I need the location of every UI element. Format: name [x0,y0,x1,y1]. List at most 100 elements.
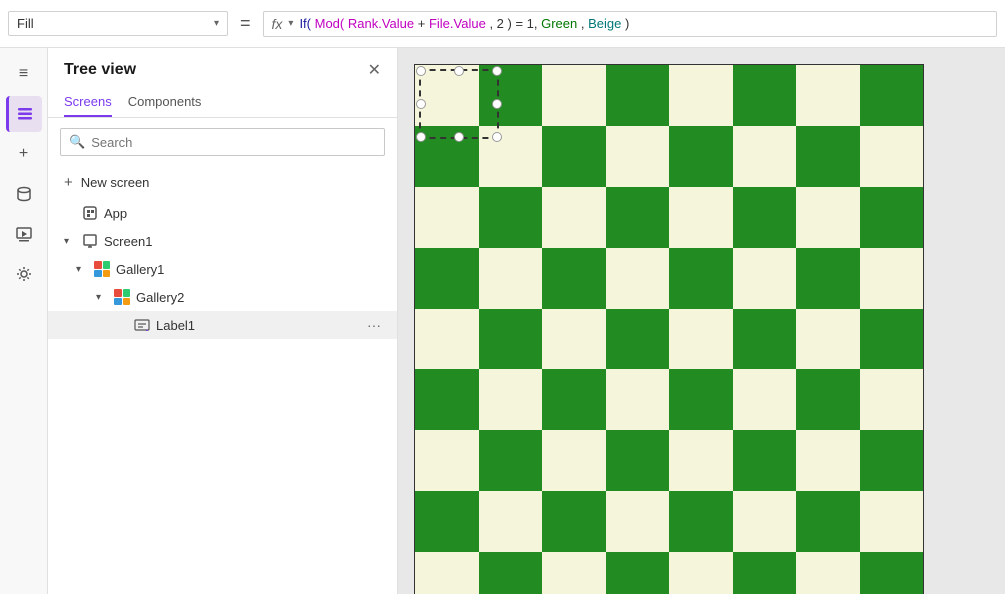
handle-tl[interactable] [416,66,426,76]
handle-tm[interactable] [454,66,464,76]
handle-bl[interactable] [416,132,426,142]
handle-tr[interactable] [492,66,502,76]
data-icon-btn[interactable] [6,176,42,212]
list-item-label1[interactable]: Label1 ··· [48,311,397,339]
handle-br[interactable] [492,132,502,142]
checker-cell [669,309,733,370]
list-item-gallery2[interactable]: ▾ Gallery2 [48,283,397,311]
checker-cell [733,126,797,187]
checker-cell [415,491,479,552]
checker-cell [479,248,543,309]
checker-cell [542,430,606,491]
main-area: ≡ + [0,48,1005,594]
list-item-gallery1[interactable]: ▾ Gallery1 [48,255,397,283]
checker-cell [860,248,924,309]
settings-icon [15,265,33,283]
fill-label: Fill [17,16,34,31]
app-icon [82,205,98,221]
gallery2-icon [114,289,130,305]
checker-cell [669,430,733,491]
canvas-area[interactable] [398,48,1005,594]
checker-cell [415,430,479,491]
checker-cell [542,187,606,248]
fill-chevron: ▾ [214,18,219,29]
layers-icon [16,105,34,123]
checker-cell [860,126,924,187]
label1-label: Label1 [156,318,361,333]
gallery2-label: Gallery2 [136,290,381,305]
settings-icon-btn[interactable] [6,256,42,292]
handle-ml[interactable] [416,99,426,109]
formula-bar[interactable]: fx ▾ If( Mod( Rank.Value + File.Value , … [263,11,997,37]
checker-cell [542,552,606,594]
checker-cell [796,309,860,370]
checker-cell [606,430,670,491]
tree-close-button[interactable]: ✕ [368,60,381,80]
tree-title: Tree view [64,61,136,79]
checker-cell [479,187,543,248]
checker-cell [796,126,860,187]
checker-cell [415,248,479,309]
checker-cell [796,491,860,552]
fx-label: fx [272,16,283,32]
checker-cell [415,552,479,594]
media-icon [15,225,33,243]
search-icon: 🔍 [69,134,85,150]
checker-cell [860,187,924,248]
formula-text: If( Mod( Rank.Value + File.Value , 2 ) =… [299,16,629,31]
list-item-screen1[interactable]: ▾ Screen1 [48,227,397,255]
checker-cell [606,491,670,552]
checker-cell [733,369,797,430]
add-icon-btn[interactable]: + [6,136,42,172]
checker-cell [542,248,606,309]
handle-bm[interactable] [454,132,464,142]
checker-cell [860,369,924,430]
checker-cell [606,369,670,430]
list-item-app[interactable]: App [48,199,397,227]
hamburger-icon-btn[interactable]: ≡ [6,56,42,92]
checker-cell [606,248,670,309]
label1-more-button[interactable]: ··· [367,317,381,333]
selection-overlay [419,69,499,139]
checker-cell [796,187,860,248]
checker-cell [669,491,733,552]
new-screen-button[interactable]: + New screen [48,166,397,199]
tab-screens[interactable]: Screens [64,88,112,117]
checker-cell [796,552,860,594]
checker-cell [860,430,924,491]
checker-cell [733,187,797,248]
checker-cell [415,309,479,370]
plus-icon: + [64,174,73,191]
search-box[interactable]: 🔍 [60,128,385,156]
checker-cell [669,65,733,126]
checker-cell [606,309,670,370]
tree-panel: Tree view ✕ Screens Components 🔍 + New s… [48,48,398,594]
fx-chevron: ▾ [288,18,293,29]
checker-cell [796,369,860,430]
checker-cell [415,187,479,248]
checker-cell [860,309,924,370]
handle-mr[interactable] [492,99,502,109]
checker-cell [669,552,733,594]
checker-cell [479,491,543,552]
left-icon-bar: ≡ + [0,48,48,594]
layers-icon-btn[interactable] [6,96,42,132]
checker-cell [669,369,733,430]
tree-tabs: Screens Components [48,88,397,118]
checker-cell [796,65,860,126]
checker-cell [606,552,670,594]
fill-dropdown[interactable]: Fill ▾ [8,11,228,36]
search-input[interactable] [91,135,376,150]
tab-components[interactable]: Components [128,88,202,117]
checker-cell [733,491,797,552]
screen1-label: Screen1 [104,234,381,249]
checker-cell [669,248,733,309]
checker-cell [606,187,670,248]
tree-header: Tree view ✕ [48,48,397,88]
checker-cell [669,187,733,248]
checker-cell [733,430,797,491]
checker-cell [479,369,543,430]
media-icon-btn[interactable] [6,216,42,252]
checker-cell [542,65,606,126]
checker-cell [860,491,924,552]
